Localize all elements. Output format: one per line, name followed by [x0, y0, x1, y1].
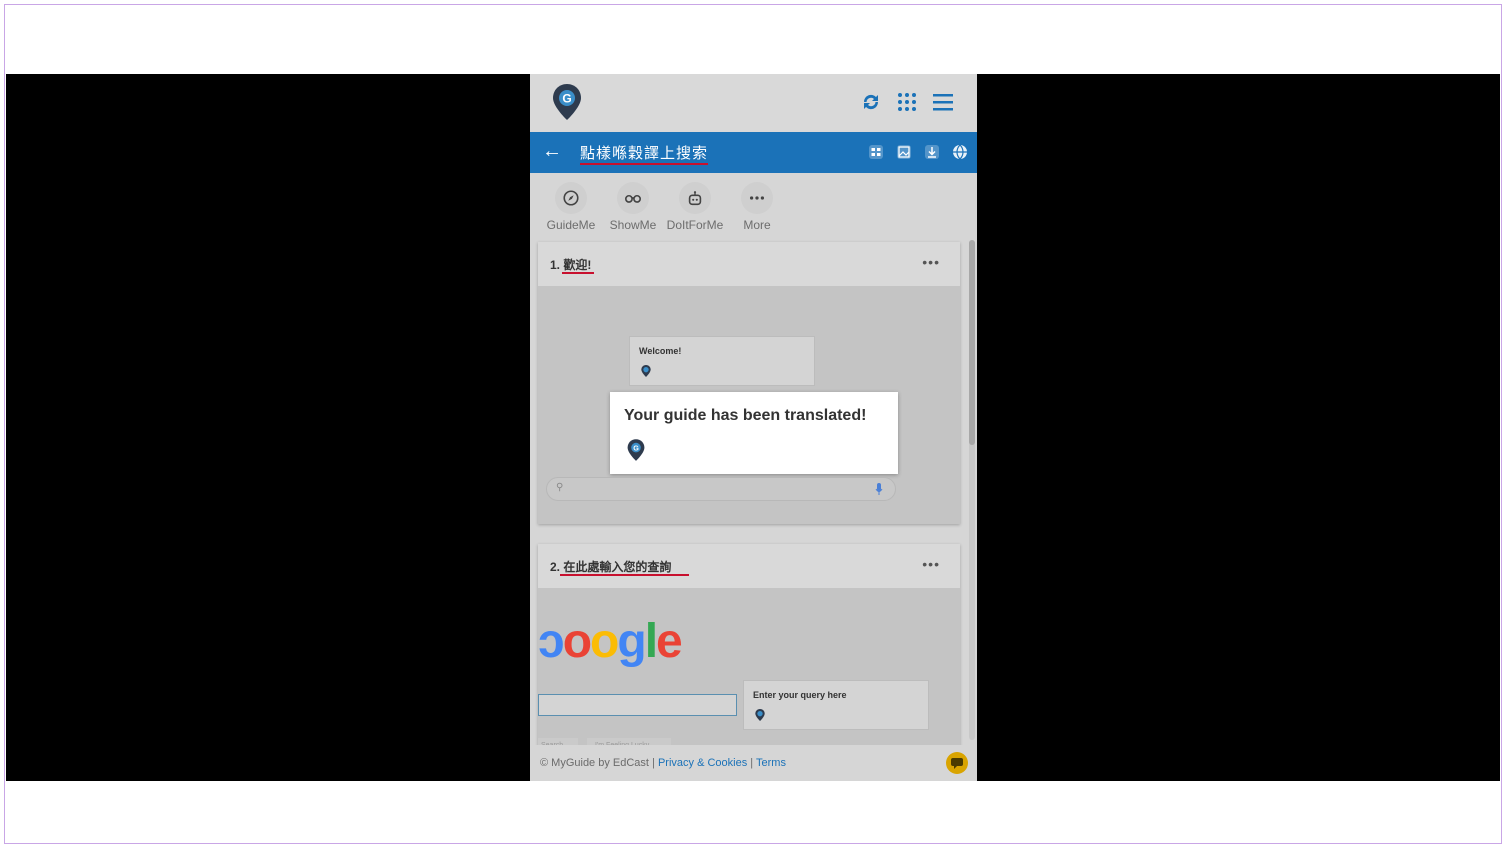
mode-toolbar: GuideMe ShowMe DoItForMe More: [540, 182, 788, 232]
query-popup-text: Enter your query here: [753, 690, 847, 700]
binoculars-icon: [617, 182, 649, 214]
sync-icon[interactable]: [859, 90, 883, 114]
doitforme-label: DoItForMe: [666, 218, 724, 232]
search-box-preview: ⚲: [546, 477, 896, 501]
step-screenshot: Welcome! Your guide has been translated!…: [538, 286, 960, 524]
showme-label: ShowMe: [609, 218, 657, 232]
small-pin-icon: [755, 709, 765, 721]
guideme-label: GuideMe: [546, 218, 596, 232]
step-header: 1. 歡迎! •••: [538, 242, 960, 286]
more-dots-icon: [741, 182, 773, 214]
query-popup: Enter your query here: [743, 680, 929, 730]
more-button[interactable]: More: [726, 182, 788, 232]
panel-footer: © MyGuide by EdCast | Privacy & Cookies …: [530, 745, 977, 781]
step-screenshot: ɔoogle Enter your query here Search I'm …: [538, 588, 960, 756]
mic-icon: [875, 483, 883, 495]
guide-actions: [867, 143, 969, 161]
terms-link[interactable]: Terms: [756, 757, 786, 769]
image-icon[interactable]: [895, 143, 913, 161]
translated-popup: Your guide has been translated! G: [610, 392, 898, 474]
steps-list[interactable]: 1. 歡迎! ••• Welcome! Your guide has been …: [530, 236, 977, 756]
chat-icon[interactable]: [946, 752, 968, 774]
google-logo-preview: ɔoogle: [538, 615, 683, 668]
myguide-logo-icon: G: [553, 84, 581, 120]
myguide-panel: G ← 點樣喺穀譯上搜索 GuideMe ShowMe DoItForMe Mo…: [530, 74, 977, 781]
step-title: 1. 歡迎!: [550, 258, 592, 272]
steps-view-icon[interactable]: [867, 143, 885, 161]
more-label: More: [743, 218, 771, 232]
robot-icon: [679, 182, 711, 214]
search-icon: ⚲: [556, 482, 564, 493]
back-arrow-icon[interactable]: ←: [542, 140, 562, 163]
pin-icon: G: [627, 439, 645, 461]
welcome-popup-text: Welcome!: [639, 346, 682, 356]
compass-icon: [555, 182, 587, 214]
small-pin-icon: [641, 365, 651, 377]
logo-letter: G: [562, 92, 571, 106]
guide-title: 點樣喺穀譯上搜索: [580, 145, 709, 162]
welcome-popup: Welcome!: [629, 336, 815, 386]
step-header: 2. 在此處輸入您的查詢 •••: [538, 544, 960, 588]
translated-popup-text: Your guide has been translated!: [624, 407, 867, 424]
download-icon[interactable]: [923, 143, 941, 161]
header-actions: [859, 90, 955, 114]
step-title: 2. 在此處輸入您的查詢: [550, 560, 672, 574]
showme-button[interactable]: ShowMe: [602, 182, 664, 232]
copyright-text: © MyGuide by EdCast: [540, 757, 649, 769]
step-title-underline: [560, 574, 689, 576]
svg-text:G: G: [633, 443, 639, 452]
privacy-link[interactable]: Privacy & Cookies: [658, 757, 747, 769]
query-field-preview: [538, 694, 737, 716]
guideme-button[interactable]: GuideMe: [540, 182, 602, 232]
panel-header: G: [530, 74, 977, 132]
step-options-icon[interactable]: •••: [922, 556, 940, 572]
globe-icon[interactable]: [951, 143, 969, 161]
footer-text: © MyGuide by EdCast | Privacy & Cookies …: [540, 757, 786, 769]
doitforme-button[interactable]: DoItForMe: [664, 182, 726, 232]
footer-separator: |: [750, 757, 754, 769]
menu-icon[interactable]: [931, 90, 955, 114]
title-underline: [580, 163, 708, 165]
step-title-underline: [562, 272, 594, 274]
step-card[interactable]: 2. 在此處輸入您的查詢 ••• ɔoogle Enter your query…: [538, 544, 960, 756]
step-card[interactable]: 1. 歡迎! ••• Welcome! Your guide has been …: [538, 242, 960, 524]
step-options-icon[interactable]: •••: [922, 254, 940, 270]
guide-title-bar: ← 點樣喺穀譯上搜索: [530, 132, 977, 173]
apps-grid-icon[interactable]: [895, 90, 919, 114]
footer-separator: |: [652, 757, 655, 769]
scrollbar-thumb[interactable]: [969, 240, 975, 445]
